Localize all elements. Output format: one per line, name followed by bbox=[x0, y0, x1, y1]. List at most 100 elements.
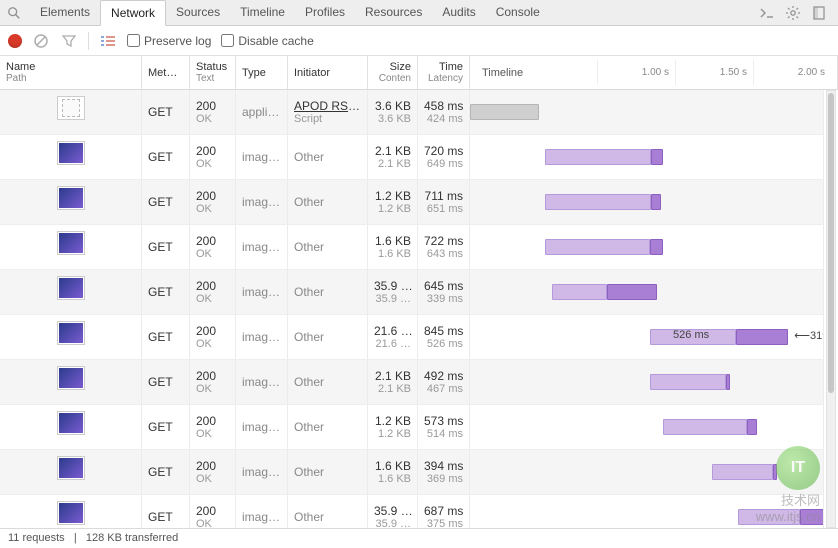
method-cell: GET bbox=[142, 225, 190, 269]
timing-wait-bar bbox=[738, 509, 799, 525]
size-cell: 2.1 KB2.1 KB bbox=[368, 135, 418, 179]
size-cell: 1.2 KB1.2 KB bbox=[368, 180, 418, 224]
thumbnail bbox=[57, 501, 85, 525]
timing-wait-bar bbox=[552, 284, 607, 300]
type-cell: imag… bbox=[236, 315, 288, 359]
table-row[interactable]: S_150125.jpg antwrp.gsfc.na… GET 200OK i… bbox=[0, 225, 824, 270]
devtools-tabbar: ElementsNetworkSourcesTimelineProfilesRe… bbox=[0, 0, 838, 26]
separator bbox=[88, 32, 89, 50]
initiator-cell: Other bbox=[288, 180, 368, 224]
resource-name: S_150125.jpg bbox=[29, 486, 112, 488]
timing-send-bar bbox=[747, 419, 757, 435]
vertical-scrollbar[interactable] bbox=[826, 90, 836, 528]
tab-console[interactable]: Console bbox=[486, 0, 550, 26]
clear-icon[interactable] bbox=[32, 32, 50, 50]
console-toggle-icon[interactable] bbox=[758, 4, 776, 22]
initiator-cell: Other bbox=[288, 360, 368, 404]
method-cell: GET bbox=[142, 270, 190, 314]
tab-network[interactable]: Network bbox=[100, 0, 166, 26]
col-timeline[interactable]: Timeline 1.00 s1.50 s2.00 s bbox=[470, 56, 838, 89]
status-cell: 200OK bbox=[190, 360, 236, 404]
name-cell: S_150124.jpg antwrp.gsfc.na… bbox=[0, 270, 142, 314]
table-row[interactable]: S_150123.jpg antwrp.gsfc.na… GET 200OK i… bbox=[0, 315, 824, 360]
dock-icon[interactable] bbox=[810, 4, 828, 22]
search-icon[interactable] bbox=[4, 3, 24, 23]
tab-resources[interactable]: Resources bbox=[355, 0, 432, 26]
initiator-cell: Other bbox=[288, 450, 368, 494]
name-cell: S_150125.jpg antwrp.gsfc.na… bbox=[0, 225, 142, 269]
tab-profiles[interactable]: Profiles bbox=[295, 0, 355, 26]
initiator-cell: Other bbox=[288, 135, 368, 179]
type-cell: imag… bbox=[236, 135, 288, 179]
timing-wait-bar bbox=[545, 194, 652, 210]
disable-cache-label: Disable cache bbox=[238, 34, 313, 48]
time-cell: 458 ms424 ms bbox=[418, 90, 470, 134]
tab-timeline[interactable]: Timeline bbox=[230, 0, 295, 26]
timing-send-bar bbox=[800, 509, 824, 525]
table-header: NamePath Met… StatusText Type Initiator … bbox=[0, 56, 838, 90]
record-button[interactable] bbox=[8, 34, 22, 48]
timing-label: 526 ms bbox=[673, 329, 709, 341]
col-type[interactable]: Type bbox=[236, 56, 288, 89]
timing-wait-bar bbox=[470, 104, 539, 120]
initiator-cell: APOD RSS:0Script bbox=[288, 90, 368, 134]
filter-icon[interactable] bbox=[60, 32, 78, 50]
method-cell: GET bbox=[142, 405, 190, 449]
settings-icon[interactable] bbox=[784, 4, 802, 22]
time-cell: 845 ms526 ms bbox=[418, 315, 470, 359]
thumbnail bbox=[57, 96, 85, 120]
table-row[interactable]: S_150125.jpg antwrp.gsfc.na… GET 200OK i… bbox=[0, 450, 824, 495]
col-initiator[interactable]: Initiator bbox=[288, 56, 368, 89]
timing-wait-bar bbox=[650, 374, 726, 390]
tab-audits[interactable]: Audits bbox=[432, 0, 485, 26]
resource-name: S_150126.jpg bbox=[29, 441, 112, 443]
size-cell: 3.6 KB3.6 KB bbox=[368, 90, 418, 134]
thumbnail bbox=[57, 141, 85, 165]
tab-elements[interactable]: Elements bbox=[30, 0, 100, 26]
size-cell: 1.2 KB1.2 KB bbox=[368, 405, 418, 449]
col-time[interactable]: TimeLatency bbox=[418, 56, 470, 89]
method-cell: GET bbox=[142, 90, 190, 134]
name-cell: S_150124.jpg antwrp.gsfc.na… bbox=[0, 495, 142, 528]
size-cell: 1.6 KB1.6 KB bbox=[368, 450, 418, 494]
name-cell: S_150126.jpg antwrp.gsfc.na… bbox=[0, 405, 142, 449]
table-row[interactable]: S_150124.jpg antwrp.gsfc.na… GET 200OK i… bbox=[0, 495, 824, 528]
col-status[interactable]: StatusText bbox=[190, 56, 236, 89]
table-row[interactable]: apod.rss apod.nasa.gov GET 200OK appli… … bbox=[0, 90, 824, 135]
size-cell: 2.1 KB2.1 KB bbox=[368, 360, 418, 404]
timing-send-bar bbox=[736, 329, 788, 345]
timeline-cell bbox=[470, 495, 824, 528]
name-cell: S_150125.jpg antwrp.gsfc.na… bbox=[0, 450, 142, 494]
timeline-cell bbox=[470, 450, 824, 494]
scroll-thumb[interactable] bbox=[828, 93, 834, 393]
preserve-log-checkbox[interactable]: Preserve log bbox=[127, 34, 211, 48]
large-rows-icon[interactable] bbox=[99, 32, 117, 50]
timeline-tick: 2.00 s bbox=[753, 60, 831, 85]
timing-send-bar bbox=[650, 239, 663, 255]
resource-name: S_150127.jpg bbox=[29, 396, 112, 398]
col-size[interactable]: SizeConten bbox=[368, 56, 418, 89]
size-cell: 35.9 …35.9 … bbox=[368, 270, 418, 314]
tab-sources[interactable]: Sources bbox=[166, 0, 230, 26]
table-row[interactable]: S_150126.jpg antwrp.gsfc.na… GET 200OK i… bbox=[0, 180, 824, 225]
resource-name: S_150123.jpg bbox=[29, 351, 112, 353]
name-cell: S_150126.jpg antwrp.gsfc.na… bbox=[0, 180, 142, 224]
timeline-cell bbox=[470, 405, 824, 449]
type-cell: imag… bbox=[236, 405, 288, 449]
name-cell: S_150123.jpg antwrp.gsfc.na… bbox=[0, 315, 142, 359]
status-cell: 200OK bbox=[190, 225, 236, 269]
resource-name: S_150125.jpg bbox=[29, 261, 112, 263]
timing-send-bar bbox=[651, 194, 661, 210]
col-name[interactable]: NamePath bbox=[0, 56, 142, 89]
preserve-log-label: Preserve log bbox=[144, 34, 211, 48]
disable-cache-checkbox[interactable]: Disable cache bbox=[221, 34, 313, 48]
table-row[interactable]: S_150127.jpg antwrp.gsfc.na… GET 200OK i… bbox=[0, 135, 824, 180]
table-row[interactable]: S_150124.jpg antwrp.gsfc.na… GET 200OK i… bbox=[0, 270, 824, 315]
col-method[interactable]: Met… bbox=[142, 56, 190, 89]
table-row[interactable]: S_150126.jpg antwrp.gsfc.na… GET 200OK i… bbox=[0, 405, 824, 450]
table-row[interactable]: S_150127.jpg antwrp.gsfc.na… GET 200OK i… bbox=[0, 360, 824, 405]
status-bar: 11 requests | 128 KB transferred bbox=[0, 528, 838, 548]
status-cell: 200OK bbox=[190, 180, 236, 224]
thumbnail bbox=[57, 366, 85, 390]
timeline-cell bbox=[470, 270, 824, 314]
